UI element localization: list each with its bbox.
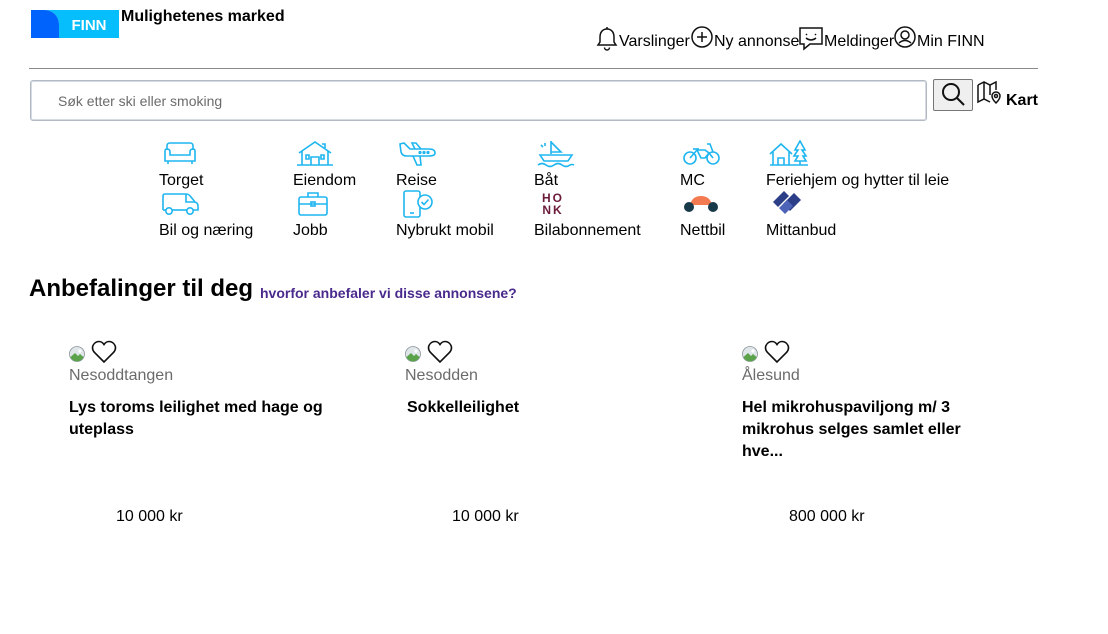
search-input[interactable] — [31, 81, 926, 120]
nav-meldinger[interactable]: Meldinger — [798, 24, 894, 52]
plus-circle-icon — [690, 26, 714, 52]
category-label: Jobb — [293, 222, 328, 239]
ad-location: Nesodden — [405, 367, 478, 384]
broken-image-icon — [69, 346, 85, 362]
map-link[interactable]: Kart — [977, 80, 1039, 110]
nav-ny-annonse[interactable]: Ny annonse — [690, 24, 799, 52]
chat-icon — [798, 26, 824, 52]
ad-title[interactable]: Hel mikrohuspaviljong m/ 3 mikrohus selg… — [742, 397, 977, 463]
ad-title[interactable]: Lys toroms leilighet med hage og uteplas… — [69, 397, 339, 441]
heart-icon[interactable] — [764, 340, 790, 364]
sofa-icon — [162, 140, 202, 168]
finn-logo[interactable]: FINN — [31, 10, 119, 38]
ad-location: Ålesund — [742, 367, 800, 384]
ad-card[interactable]: Ålesund Hel mikrohuspaviljong m/ 3 mikro… — [742, 340, 1042, 540]
category-label: Mittanbud — [766, 222, 837, 239]
search-button[interactable] — [933, 79, 973, 111]
motorcycle-icon — [683, 140, 723, 168]
svg-text:NK: NK — [542, 203, 563, 217]
nav-min-finn[interactable]: Min FINN — [893, 24, 985, 52]
category-label: Nettbil — [680, 222, 726, 239]
category-label: Eiendom — [293, 172, 357, 189]
category-label: Bilabonnement — [534, 222, 641, 239]
header-divider — [29, 68, 1038, 69]
category-label: Torget — [159, 172, 204, 189]
van-icon — [162, 190, 202, 218]
category-label: Nybrukt mobil — [396, 222, 494, 239]
logo-text: FINN — [72, 17, 107, 34]
briefcase-icon — [296, 190, 336, 218]
phone-check-icon — [399, 190, 439, 218]
boat-icon — [537, 140, 577, 168]
nav-label: Min FINN — [917, 33, 985, 50]
user-circle-icon — [893, 26, 917, 52]
map-icon — [977, 80, 1002, 110]
category-label: Båt — [534, 172, 559, 189]
tagline: Mulighetenes marked — [121, 8, 285, 25]
nav-label: Varslinger — [619, 33, 690, 50]
ad-card[interactable]: Nesodden Sokkelleilighet 10 000 kr — [405, 340, 705, 540]
recommendations-title: Anbefalinger til deg — [29, 275, 254, 302]
search-box — [30, 80, 927, 121]
plane-icon — [399, 140, 439, 168]
handshake-logo — [769, 190, 809, 218]
ad-price: 800 000 kr — [789, 508, 865, 525]
heart-icon[interactable] — [91, 340, 117, 364]
category-label: Bil og næring — [159, 222, 254, 239]
map-label: Kart — [1006, 91, 1039, 109]
ad-price: 10 000 kr — [116, 508, 183, 525]
nav-label: Ny annonse — [714, 33, 800, 50]
category-label: MC — [680, 172, 705, 189]
ad-location: Nesoddtangen — [69, 367, 174, 384]
broken-image-icon — [405, 346, 421, 362]
cabin-icon — [769, 139, 809, 168]
ad-title[interactable]: Sokkelleilighet — [407, 397, 677, 419]
ad-price: 10 000 kr — [452, 508, 519, 525]
search-icon — [940, 81, 966, 110]
house-icon — [296, 140, 336, 168]
bell-icon — [595, 26, 619, 52]
nav-varslinger[interactable]: Varslinger — [595, 24, 690, 52]
honk-logo: HO NK — [537, 190, 577, 218]
broken-image-icon — [742, 346, 758, 362]
nav-label: Meldinger — [824, 33, 895, 50]
category-label: Reise — [396, 172, 437, 189]
ad-card[interactable]: Nesoddtangen Lys toroms leilighet med ha… — [69, 340, 369, 540]
nettbil-logo — [683, 190, 723, 218]
heart-icon[interactable] — [427, 340, 453, 364]
why-recommended-link[interactable]: hvorfor anbefaler vi disse annonsene? — [260, 285, 517, 301]
category-label: Feriehjem og hytter til leie — [766, 172, 950, 189]
